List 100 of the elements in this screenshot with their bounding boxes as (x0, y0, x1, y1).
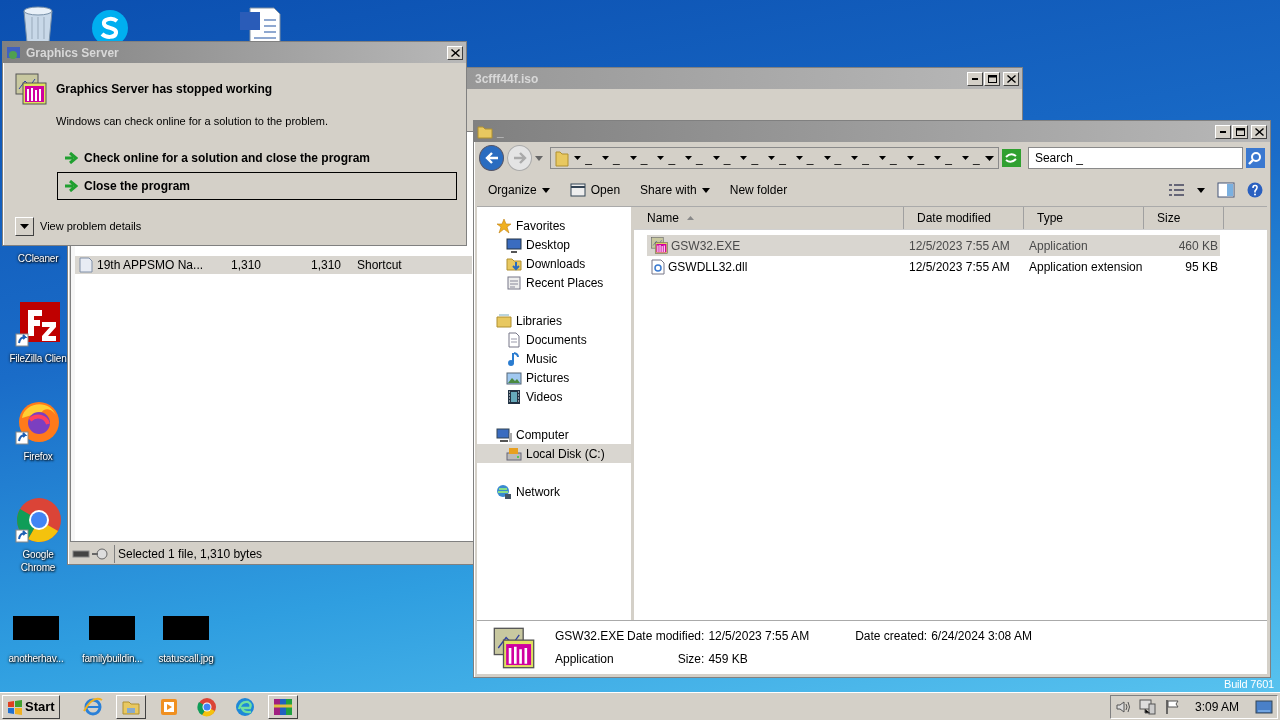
back-button[interactable] (479, 145, 505, 171)
maximize-button[interactable] (1232, 124, 1248, 139)
globe-icon (82, 696, 103, 717)
nav-item[interactable]: Favorites (477, 216, 631, 235)
breadcrumb[interactable]: _ (873, 149, 902, 167)
breadcrumb[interactable]: _ (680, 149, 708, 167)
music-note-icon (506, 350, 522, 367)
minimize-button[interactable] (967, 71, 983, 86)
nav-item[interactable]: Pictures (477, 368, 631, 387)
icon-label[interactable]: Firefox (23, 450, 53, 463)
sort-arrow-icon (687, 216, 694, 220)
nav-item[interactable]: Videos (477, 387, 631, 406)
nav-item[interactable]: Libraries (477, 311, 631, 330)
chevron-icon (602, 156, 609, 160)
table-cell-text: Application extension (1028, 258, 1144, 276)
expand-button[interactable] (15, 216, 34, 236)
minimize-icon (972, 77, 978, 80)
taskbar-app[interactable] (115, 694, 146, 719)
table-cell-text: 460 KB (1177, 237, 1218, 255)
breadcrumb[interactable]: _ (597, 149, 625, 167)
landscape-icon (506, 369, 522, 386)
refresh-button[interactable] (1001, 149, 1021, 167)
nav-item[interactable]: Recent Places (477, 273, 631, 292)
film-icon (506, 388, 522, 405)
table-cell-text: 12/5/2023 7:55 AM (908, 237, 1011, 255)
table-cell-text: 1,310 (229, 257, 262, 274)
breadcrumb[interactable]: _ (652, 149, 681, 167)
window-icon (569, 183, 586, 197)
chevron-icon (961, 156, 969, 160)
nav-item[interactable]: Desktop (477, 235, 631, 254)
toolbar-button[interactable]: Share with (633, 179, 717, 201)
breadcrumb[interactable]: _ (707, 149, 736, 167)
play-icon (158, 696, 179, 717)
breadcrumb[interactable]: _ (624, 149, 653, 167)
thumbnail (13, 616, 59, 640)
file-icon (79, 257, 93, 273)
breadcrumb[interactable]: _ (790, 149, 819, 167)
thumbnail (163, 616, 209, 640)
chevron-icon (795, 156, 803, 160)
address-bar[interactable]: _ _ _ _ _ _ _ _ _ _ _ _ _ _ _ (550, 147, 999, 169)
start-button[interactable]: Start (2, 694, 60, 719)
nav-item[interactable]: Documents (477, 330, 631, 349)
search-field[interactable]: Search _ (1027, 147, 1243, 169)
nav-item[interactable]: Network (477, 482, 631, 501)
file-row[interactable]: GSWDLL32.dll 12/5/2023 7:55 AM Application extension 95 KB (647, 256, 1220, 277)
file-row[interactable]: GSW32.EXE 12/5/2023 7:55 AM Application 460 KB (647, 235, 1220, 256)
window-title: Graphics Server (26, 44, 119, 62)
taskbar-app[interactable] (267, 694, 298, 719)
chevron-icon (768, 156, 776, 160)
chevron-icon (712, 156, 720, 160)
close-button[interactable] (447, 45, 463, 60)
toolbar-button[interactable]: New folder (722, 179, 795, 201)
nav-item[interactable]: Local Disk (C:) (477, 444, 631, 463)
drive-icon (72, 548, 110, 560)
settings-file-icon (651, 258, 665, 275)
nav-item[interactable]: Computer (477, 425, 631, 444)
drive-icon (506, 445, 522, 462)
toolbar-button[interactable]: Organize (481, 179, 557, 201)
breadcrumb[interactable]: _ (818, 149, 847, 167)
breadcrumb[interactable]: _ (569, 149, 597, 167)
table-cell-text: 95 KB (1184, 258, 1218, 276)
folder-icon (496, 312, 512, 329)
field-value: 12/5/2023 7:55 AM (708, 628, 810, 645)
nav-item[interactable]: Music (477, 349, 631, 368)
maximize-icon (1235, 127, 1245, 136)
breadcrumb[interactable]: _ (846, 149, 874, 167)
icon-label[interactable]: CCleaner (17, 252, 59, 265)
build-label: Build 7601 (1224, 678, 1274, 691)
icon-label[interactable]: FileZilla Clien (9, 352, 67, 365)
folder-icon (506, 255, 522, 272)
chevron-icon (685, 156, 693, 160)
breadcrumb[interactable]: _ (735, 149, 764, 167)
show-desktop-icon (1255, 699, 1273, 714)
back-arrow-icon (484, 152, 499, 164)
chevron-icon (878, 156, 886, 160)
table-cell-text: Shortcut (356, 257, 403, 274)
nav-item[interactable]: Downloads (477, 254, 631, 273)
folder-icon (555, 149, 570, 167)
swirl-icon (234, 696, 255, 717)
window-title: 3cfff44f.iso (475, 70, 539, 88)
dialog-heading: Graphics Server has stopped working (56, 81, 273, 98)
breadcrumb[interactable]: _ (763, 149, 791, 167)
file-name: GSW32.EXE (555, 628, 623, 645)
search-button[interactable] (1245, 148, 1265, 168)
breadcrumb[interactable]: _ (956, 149, 985, 167)
arrow-icon (64, 151, 78, 164)
star-icon (496, 217, 512, 234)
breadcrumb[interactable]: _ (901, 149, 930, 167)
breadcrumb[interactable]: _ (929, 149, 957, 167)
option-button[interactable]: Check online for a solution and close the program (57, 143, 457, 172)
monitor-icon (506, 236, 522, 253)
arrow-icon (64, 179, 78, 192)
toolbar-button[interactable]: Open (562, 179, 628, 201)
thumbnail (89, 616, 135, 640)
close-button[interactable] (1003, 71, 1019, 86)
maximize-button[interactable] (984, 71, 1000, 86)
minimize-icon (1220, 130, 1226, 133)
minimize-button[interactable] (1215, 124, 1231, 139)
option-button[interactable]: Close the program (57, 171, 457, 200)
close-button[interactable] (1251, 124, 1267, 139)
